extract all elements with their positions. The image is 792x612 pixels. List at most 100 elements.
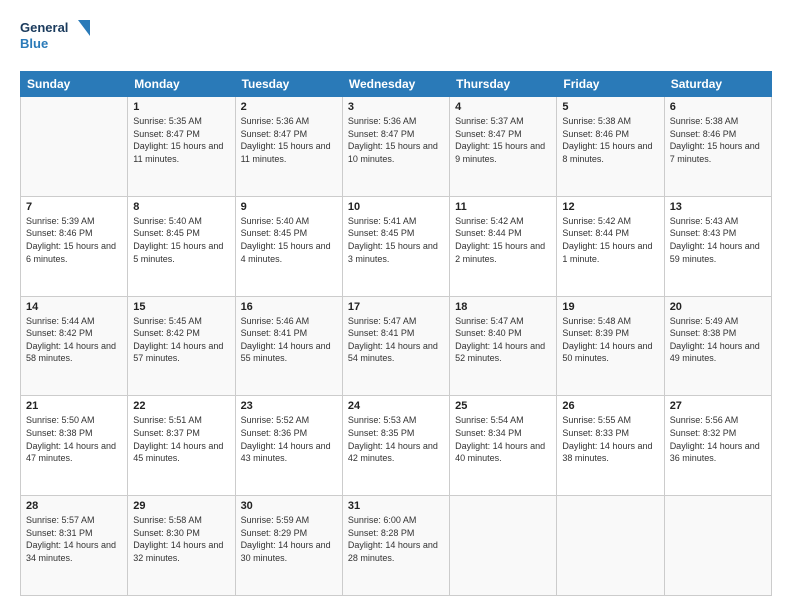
calendar-cell: 7 Sunrise: 5:39 AMSunset: 8:46 PMDayligh…: [21, 196, 128, 296]
day-number: 31: [348, 500, 444, 512]
day-info: Sunrise: 5:36 AMSunset: 8:47 PMDaylight:…: [241, 115, 337, 165]
day-number: 7: [26, 201, 122, 213]
calendar-cell: 30 Sunrise: 5:59 AMSunset: 8:29 PMDaylig…: [235, 496, 342, 596]
day-info: Sunrise: 5:49 AMSunset: 8:38 PMDaylight:…: [670, 315, 766, 365]
day-number: 17: [348, 301, 444, 313]
day-number: 27: [670, 400, 766, 412]
day-header-thursday: Thursday: [450, 72, 557, 97]
calendar-cell: 12 Sunrise: 5:42 AMSunset: 8:44 PMDaylig…: [557, 196, 664, 296]
day-info: Sunrise: 5:54 AMSunset: 8:34 PMDaylight:…: [455, 414, 551, 464]
day-info: Sunrise: 5:44 AMSunset: 8:42 PMDaylight:…: [26, 315, 122, 365]
calendar-cell: 11 Sunrise: 5:42 AMSunset: 8:44 PMDaylig…: [450, 196, 557, 296]
day-number: 10: [348, 201, 444, 213]
day-number: 9: [241, 201, 337, 213]
calendar-cell: 14 Sunrise: 5:44 AMSunset: 8:42 PMDaylig…: [21, 296, 128, 396]
calendar-page: General Blue SundayMondayTuesdayWednesda…: [0, 0, 792, 612]
day-info: Sunrise: 6:00 AMSunset: 8:28 PMDaylight:…: [348, 514, 444, 564]
day-number: 21: [26, 400, 122, 412]
day-number: 12: [562, 201, 658, 213]
logo: General Blue: [20, 16, 90, 61]
day-info: Sunrise: 5:55 AMSunset: 8:33 PMDaylight:…: [562, 414, 658, 464]
day-header-sunday: Sunday: [21, 72, 128, 97]
day-number: 13: [670, 201, 766, 213]
day-info: Sunrise: 5:45 AMSunset: 8:42 PMDaylight:…: [133, 315, 229, 365]
calendar-week-2: 7 Sunrise: 5:39 AMSunset: 8:46 PMDayligh…: [21, 196, 772, 296]
day-number: 20: [670, 301, 766, 313]
calendar-cell: 18 Sunrise: 5:47 AMSunset: 8:40 PMDaylig…: [450, 296, 557, 396]
calendar-cell: 19 Sunrise: 5:48 AMSunset: 8:39 PMDaylig…: [557, 296, 664, 396]
day-info: Sunrise: 5:40 AMSunset: 8:45 PMDaylight:…: [133, 215, 229, 265]
day-info: Sunrise: 5:50 AMSunset: 8:38 PMDaylight:…: [26, 414, 122, 464]
calendar-week-5: 28 Sunrise: 5:57 AMSunset: 8:31 PMDaylig…: [21, 496, 772, 596]
day-info: Sunrise: 5:59 AMSunset: 8:29 PMDaylight:…: [241, 514, 337, 564]
logo-svg: General Blue: [20, 16, 90, 61]
day-header-friday: Friday: [557, 72, 664, 97]
calendar-cell: [450, 496, 557, 596]
calendar-cell: 16 Sunrise: 5:46 AMSunset: 8:41 PMDaylig…: [235, 296, 342, 396]
day-number: 8: [133, 201, 229, 213]
calendar-cell: 31 Sunrise: 6:00 AMSunset: 8:28 PMDaylig…: [342, 496, 449, 596]
day-number: 16: [241, 301, 337, 313]
day-info: Sunrise: 5:51 AMSunset: 8:37 PMDaylight:…: [133, 414, 229, 464]
calendar-week-1: 1 Sunrise: 5:35 AMSunset: 8:47 PMDayligh…: [21, 97, 772, 197]
day-info: Sunrise: 5:46 AMSunset: 8:41 PMDaylight:…: [241, 315, 337, 365]
calendar-cell: [21, 97, 128, 197]
day-info: Sunrise: 5:58 AMSunset: 8:30 PMDaylight:…: [133, 514, 229, 564]
calendar-cell: 13 Sunrise: 5:43 AMSunset: 8:43 PMDaylig…: [664, 196, 771, 296]
day-number: 29: [133, 500, 229, 512]
day-header-tuesday: Tuesday: [235, 72, 342, 97]
day-info: Sunrise: 5:57 AMSunset: 8:31 PMDaylight:…: [26, 514, 122, 564]
calendar-week-3: 14 Sunrise: 5:44 AMSunset: 8:42 PMDaylig…: [21, 296, 772, 396]
day-number: 3: [348, 101, 444, 113]
calendar-cell: 21 Sunrise: 5:50 AMSunset: 8:38 PMDaylig…: [21, 396, 128, 496]
day-number: 4: [455, 101, 551, 113]
calendar-cell: 10 Sunrise: 5:41 AMSunset: 8:45 PMDaylig…: [342, 196, 449, 296]
calendar-body: 1 Sunrise: 5:35 AMSunset: 8:47 PMDayligh…: [21, 97, 772, 596]
day-number: 23: [241, 400, 337, 412]
calendar-cell: 28 Sunrise: 5:57 AMSunset: 8:31 PMDaylig…: [21, 496, 128, 596]
calendar-cell: 4 Sunrise: 5:37 AMSunset: 8:47 PMDayligh…: [450, 97, 557, 197]
calendar-cell: 27 Sunrise: 5:56 AMSunset: 8:32 PMDaylig…: [664, 396, 771, 496]
header: General Blue: [20, 16, 772, 61]
day-header-wednesday: Wednesday: [342, 72, 449, 97]
day-info: Sunrise: 5:41 AMSunset: 8:45 PMDaylight:…: [348, 215, 444, 265]
calendar-cell: 5 Sunrise: 5:38 AMSunset: 8:46 PMDayligh…: [557, 97, 664, 197]
calendar-cell: 29 Sunrise: 5:58 AMSunset: 8:30 PMDaylig…: [128, 496, 235, 596]
day-number: 22: [133, 400, 229, 412]
day-info: Sunrise: 5:37 AMSunset: 8:47 PMDaylight:…: [455, 115, 551, 165]
day-info: Sunrise: 5:47 AMSunset: 8:40 PMDaylight:…: [455, 315, 551, 365]
day-info: Sunrise: 5:47 AMSunset: 8:41 PMDaylight:…: [348, 315, 444, 365]
day-info: Sunrise: 5:38 AMSunset: 8:46 PMDaylight:…: [670, 115, 766, 165]
day-number: 25: [455, 400, 551, 412]
day-number: 1: [133, 101, 229, 113]
calendar-cell: [557, 496, 664, 596]
day-number: 5: [562, 101, 658, 113]
calendar-cell: 15 Sunrise: 5:45 AMSunset: 8:42 PMDaylig…: [128, 296, 235, 396]
calendar-cell: 17 Sunrise: 5:47 AMSunset: 8:41 PMDaylig…: [342, 296, 449, 396]
day-number: 15: [133, 301, 229, 313]
day-info: Sunrise: 5:56 AMSunset: 8:32 PMDaylight:…: [670, 414, 766, 464]
day-number: 18: [455, 301, 551, 313]
calendar-cell: [664, 496, 771, 596]
calendar-cell: 25 Sunrise: 5:54 AMSunset: 8:34 PMDaylig…: [450, 396, 557, 496]
days-header-row: SundayMondayTuesdayWednesdayThursdayFrid…: [21, 72, 772, 97]
day-number: 26: [562, 400, 658, 412]
svg-text:General: General: [20, 20, 68, 35]
day-info: Sunrise: 5:43 AMSunset: 8:43 PMDaylight:…: [670, 215, 766, 265]
calendar-cell: 26 Sunrise: 5:55 AMSunset: 8:33 PMDaylig…: [557, 396, 664, 496]
day-number: 6: [670, 101, 766, 113]
calendar-cell: 6 Sunrise: 5:38 AMSunset: 8:46 PMDayligh…: [664, 97, 771, 197]
day-number: 11: [455, 201, 551, 213]
day-info: Sunrise: 5:52 AMSunset: 8:36 PMDaylight:…: [241, 414, 337, 464]
day-info: Sunrise: 5:38 AMSunset: 8:46 PMDaylight:…: [562, 115, 658, 165]
calendar-cell: 2 Sunrise: 5:36 AMSunset: 8:47 PMDayligh…: [235, 97, 342, 197]
day-number: 2: [241, 101, 337, 113]
day-header-monday: Monday: [128, 72, 235, 97]
day-info: Sunrise: 5:40 AMSunset: 8:45 PMDaylight:…: [241, 215, 337, 265]
calendar-week-4: 21 Sunrise: 5:50 AMSunset: 8:38 PMDaylig…: [21, 396, 772, 496]
calendar-table: SundayMondayTuesdayWednesdayThursdayFrid…: [20, 71, 772, 596]
day-info: Sunrise: 5:39 AMSunset: 8:46 PMDaylight:…: [26, 215, 122, 265]
calendar-cell: 23 Sunrise: 5:52 AMSunset: 8:36 PMDaylig…: [235, 396, 342, 496]
day-info: Sunrise: 5:35 AMSunset: 8:47 PMDaylight:…: [133, 115, 229, 165]
calendar-cell: 9 Sunrise: 5:40 AMSunset: 8:45 PMDayligh…: [235, 196, 342, 296]
